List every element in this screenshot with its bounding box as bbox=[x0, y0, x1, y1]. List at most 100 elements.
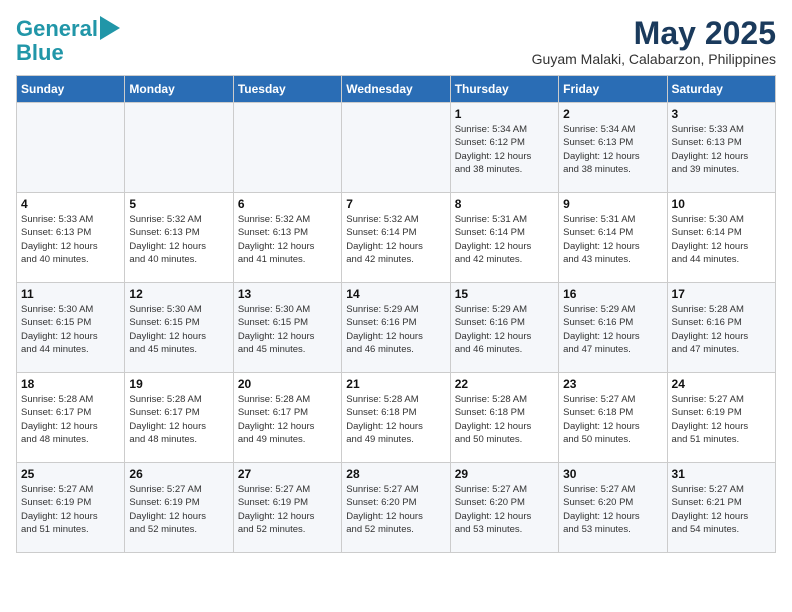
day-info: Sunrise: 5:29 AMSunset: 6:16 PMDaylight:… bbox=[563, 303, 662, 356]
calendar-cell: 23 Sunrise: 5:27 AMSunset: 6:18 PMDayligh… bbox=[559, 373, 667, 463]
page-header: General Blue May 2025 Guyam Malaki, Cala… bbox=[16, 16, 776, 67]
col-header-saturday: Saturday bbox=[667, 76, 775, 103]
calendar-cell: 9Sunrise: 5:31 AMSunset: 6:14 PMDaylight… bbox=[559, 193, 667, 283]
day-info: Sunrise: 5:28 AMSunset: 6:18 PMDaylight:… bbox=[455, 393, 554, 446]
day-number: 6 bbox=[238, 197, 337, 211]
day-info: Sunrise: 5:33 AMSunset: 6:13 PMDaylight:… bbox=[672, 123, 771, 176]
logo: General Blue bbox=[16, 16, 120, 64]
month-title: May 2025 bbox=[532, 16, 776, 51]
calendar-cell: 2 Sunrise: 5:34 AMSunset: 6:13 PMDaylight… bbox=[559, 103, 667, 193]
day-number: 23 bbox=[563, 377, 662, 391]
day-info: Sunrise: 5:27 AMSunset: 6:19 PMDaylight:… bbox=[672, 393, 771, 446]
calendar-cell: 30Sunrise: 5:27 AMSunset: 6:20 PMDayligh… bbox=[559, 463, 667, 553]
logo-icon bbox=[100, 16, 120, 40]
day-number: 14 bbox=[346, 287, 445, 301]
calendar-table: SundayMondayTuesdayWednesdayThursdayFrid… bbox=[16, 75, 776, 553]
calendar-cell: 5 Sunrise: 5:32 AMSunset: 6:13 PMDaylight… bbox=[125, 193, 233, 283]
day-info: Sunrise: 5:31 AMSunset: 6:14 PMDaylight:… bbox=[455, 213, 554, 266]
calendar-week-row: 25 Sunrise: 5:27 AMSunset: 6:19 PMDayligh… bbox=[17, 463, 776, 553]
location-text: Guyam Malaki, Calabarzon, Philippines bbox=[532, 51, 776, 67]
day-number: 11 bbox=[21, 287, 120, 301]
day-info: Sunrise: 5:27 AMSunset: 6:20 PMDaylight:… bbox=[455, 483, 554, 536]
day-info: Sunrise: 5:32 AMSunset: 6:14 PMDaylight:… bbox=[346, 213, 445, 266]
calendar-cell: 26 Sunrise: 5:27 AMSunset: 6:19 PMDayligh… bbox=[125, 463, 233, 553]
col-header-friday: Friday bbox=[559, 76, 667, 103]
calendar-cell: 28 Sunrise: 5:27 AMSunset: 6:20 PMDayligh… bbox=[342, 463, 450, 553]
col-header-monday: Monday bbox=[125, 76, 233, 103]
day-info: Sunrise: 5:28 AMSunset: 6:18 PMDaylight:… bbox=[346, 393, 445, 446]
day-info: Sunrise: 5:27 AMSunset: 6:19 PMDaylight:… bbox=[129, 483, 228, 536]
logo-blue-text: Blue bbox=[16, 42, 120, 64]
day-number: 15 bbox=[455, 287, 554, 301]
day-info: Sunrise: 5:28 AMSunset: 6:17 PMDaylight:… bbox=[238, 393, 337, 446]
col-header-tuesday: Tuesday bbox=[233, 76, 341, 103]
calendar-week-row: 4 Sunrise: 5:33 AMSunset: 6:13 PMDaylight… bbox=[17, 193, 776, 283]
day-info: Sunrise: 5:28 AMSunset: 6:17 PMDaylight:… bbox=[129, 393, 228, 446]
day-number: 28 bbox=[346, 467, 445, 481]
day-number: 4 bbox=[21, 197, 120, 211]
calendar-cell: 18 Sunrise: 5:28 AMSunset: 6:17 PMDayligh… bbox=[17, 373, 125, 463]
day-info: Sunrise: 5:32 AMSunset: 6:13 PMDaylight:… bbox=[238, 213, 337, 266]
day-number: 24 bbox=[672, 377, 771, 391]
calendar-cell: 24 Sunrise: 5:27 AMSunset: 6:19 PMDayligh… bbox=[667, 373, 775, 463]
calendar-cell: 19 Sunrise: 5:28 AMSunset: 6:17 PMDayligh… bbox=[125, 373, 233, 463]
day-info: Sunrise: 5:33 AMSunset: 6:13 PMDaylight:… bbox=[21, 213, 120, 266]
logo-text: General bbox=[16, 18, 98, 40]
day-info: Sunrise: 5:28 AMSunset: 6:16 PMDaylight:… bbox=[672, 303, 771, 356]
day-info: Sunrise: 5:34 AMSunset: 6:13 PMDaylight:… bbox=[563, 123, 662, 176]
day-number: 10 bbox=[672, 197, 771, 211]
day-number: 19 bbox=[129, 377, 228, 391]
calendar-cell: 12 Sunrise: 5:30 AMSunset: 6:15 PMDayligh… bbox=[125, 283, 233, 373]
calendar-cell bbox=[233, 103, 341, 193]
calendar-cell: 21 Sunrise: 5:28 AMSunset: 6:18 PMDayligh… bbox=[342, 373, 450, 463]
day-number: 9 bbox=[563, 197, 662, 211]
day-number: 30 bbox=[563, 467, 662, 481]
calendar-header-row: SundayMondayTuesdayWednesdayThursdayFrid… bbox=[17, 76, 776, 103]
calendar-week-row: 11 Sunrise: 5:30 AMSunset: 6:15 PMDayligh… bbox=[17, 283, 776, 373]
day-info: Sunrise: 5:29 AMSunset: 6:16 PMDaylight:… bbox=[455, 303, 554, 356]
day-number: 3 bbox=[672, 107, 771, 121]
calendar-cell: 20Sunrise: 5:28 AMSunset: 6:17 PMDayligh… bbox=[233, 373, 341, 463]
day-number: 26 bbox=[129, 467, 228, 481]
calendar-cell bbox=[342, 103, 450, 193]
day-number: 2 bbox=[563, 107, 662, 121]
calendar-cell: 17Sunrise: 5:28 AMSunset: 6:16 PMDayligh… bbox=[667, 283, 775, 373]
calendar-cell bbox=[17, 103, 125, 193]
day-info: Sunrise: 5:30 AMSunset: 6:15 PMDaylight:… bbox=[21, 303, 120, 356]
calendar-cell: 16 Sunrise: 5:29 AMSunset: 6:16 PMDayligh… bbox=[559, 283, 667, 373]
day-number: 25 bbox=[21, 467, 120, 481]
day-info: Sunrise: 5:30 AMSunset: 6:14 PMDaylight:… bbox=[672, 213, 771, 266]
calendar-cell: 13Sunrise: 5:30 AMSunset: 6:15 PMDayligh… bbox=[233, 283, 341, 373]
day-info: Sunrise: 5:27 AMSunset: 6:19 PMDaylight:… bbox=[238, 483, 337, 536]
day-info: Sunrise: 5:27 AMSunset: 6:20 PMDaylight:… bbox=[346, 483, 445, 536]
calendar-cell: 6 Sunrise: 5:32 AMSunset: 6:13 PMDaylight… bbox=[233, 193, 341, 283]
day-number: 8 bbox=[455, 197, 554, 211]
day-number: 12 bbox=[129, 287, 228, 301]
day-number: 18 bbox=[21, 377, 120, 391]
day-number: 16 bbox=[563, 287, 662, 301]
day-number: 21 bbox=[346, 377, 445, 391]
calendar-cell: 3 Sunrise: 5:33 AMSunset: 6:13 PMDaylight… bbox=[667, 103, 775, 193]
calendar-cell: 1Sunrise: 5:34 AMSunset: 6:12 PMDaylight… bbox=[450, 103, 558, 193]
day-info: Sunrise: 5:32 AMSunset: 6:13 PMDaylight:… bbox=[129, 213, 228, 266]
calendar-cell: 15 Sunrise: 5:29 AMSunset: 6:16 PMDayligh… bbox=[450, 283, 558, 373]
calendar-cell: 4 Sunrise: 5:33 AMSunset: 6:13 PMDaylight… bbox=[17, 193, 125, 283]
day-info: Sunrise: 5:29 AMSunset: 6:16 PMDaylight:… bbox=[346, 303, 445, 356]
day-number: 29 bbox=[455, 467, 554, 481]
day-info: Sunrise: 5:27 AMSunset: 6:19 PMDaylight:… bbox=[21, 483, 120, 536]
day-number: 22 bbox=[455, 377, 554, 391]
day-info: Sunrise: 5:27 AMSunset: 6:18 PMDaylight:… bbox=[563, 393, 662, 446]
calendar-cell: 29 Sunrise: 5:27 AMSunset: 6:20 PMDayligh… bbox=[450, 463, 558, 553]
title-block: May 2025 Guyam Malaki, Calabarzon, Phili… bbox=[532, 16, 776, 67]
calendar-cell: 25 Sunrise: 5:27 AMSunset: 6:19 PMDayligh… bbox=[17, 463, 125, 553]
calendar-cell: 14 Sunrise: 5:29 AMSunset: 6:16 PMDayligh… bbox=[342, 283, 450, 373]
calendar-cell: 7Sunrise: 5:32 AMSunset: 6:14 PMDaylight… bbox=[342, 193, 450, 283]
day-number: 27 bbox=[238, 467, 337, 481]
calendar-cell: 31Sunrise: 5:27 AMSunset: 6:21 PMDayligh… bbox=[667, 463, 775, 553]
day-info: Sunrise: 5:30 AMSunset: 6:15 PMDaylight:… bbox=[238, 303, 337, 356]
day-number: 5 bbox=[129, 197, 228, 211]
day-info: Sunrise: 5:34 AMSunset: 6:12 PMDaylight:… bbox=[455, 123, 554, 176]
day-info: Sunrise: 5:30 AMSunset: 6:15 PMDaylight:… bbox=[129, 303, 228, 356]
col-header-sunday: Sunday bbox=[17, 76, 125, 103]
day-info: Sunrise: 5:28 AMSunset: 6:17 PMDaylight:… bbox=[21, 393, 120, 446]
